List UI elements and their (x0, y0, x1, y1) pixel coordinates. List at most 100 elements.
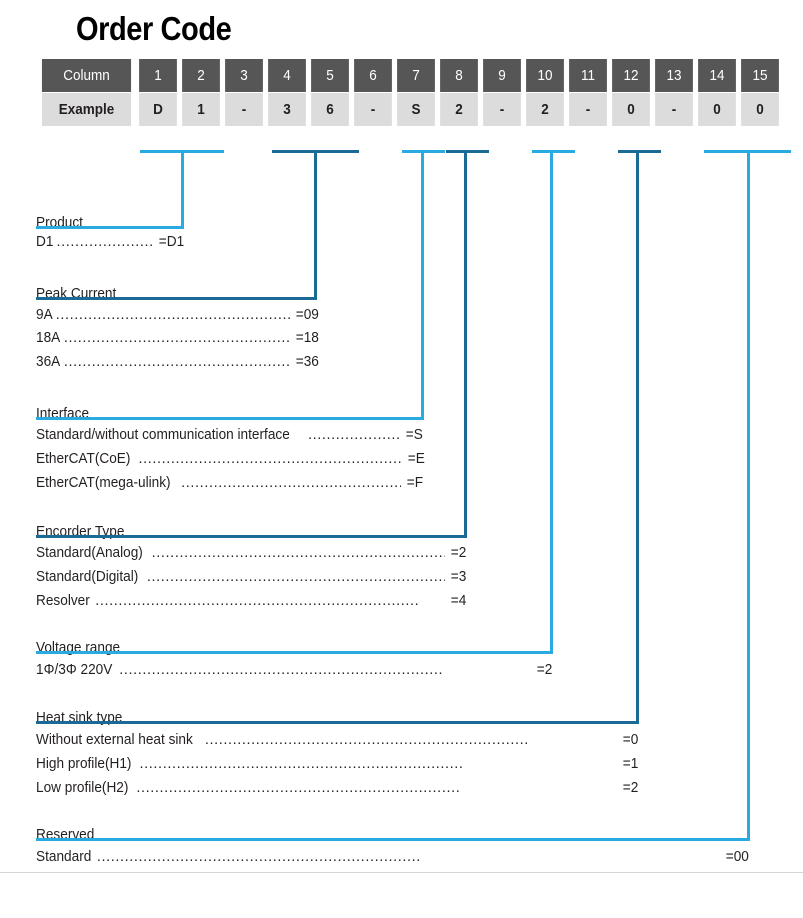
option-row-encoder-type-0: Standard(Analog) .......................… (36, 545, 468, 561)
leader-dots: ........................................… (139, 756, 464, 771)
option-row-heat-sink-type-1: High profile(H1) .......................… (36, 756, 640, 772)
example-value-15: 0 (741, 93, 779, 126)
example-value-1: D (139, 93, 177, 126)
connector-drop-heat-sink-type (636, 150, 639, 721)
option-code: =F (406, 475, 423, 491)
section-title-heat-sink-type: Heat sink type (36, 710, 123, 726)
option-label: 36A (36, 354, 61, 370)
option-row-encoder-type-1: Standard(Digital) ......................… (36, 569, 468, 585)
leader-dots: ........................................… (63, 354, 291, 369)
option-code: =E (407, 451, 425, 467)
example-value-7: S (397, 93, 435, 126)
column-header-10: 10 (526, 59, 564, 92)
column-header-13: 13 (655, 59, 693, 92)
connector-drop-peak-current (314, 150, 317, 297)
option-row-voltage-range-0: 1Φ/3Φ 220V .............................… (36, 662, 554, 678)
table-row-example: Example D 1 - 3 6 - S 2 - 2 - 0 - 0 0 (37, 93, 781, 126)
option-label: 9A (36, 307, 53, 323)
column-header-4: 4 (268, 59, 306, 92)
section-title-product: Product (36, 215, 83, 231)
section-interface: Interface (36, 406, 92, 425)
connector-drop-product (181, 150, 184, 226)
example-value-13: - (655, 93, 693, 126)
leader-dots: ........................................… (96, 849, 421, 864)
connector-bar-heat-sink-type (618, 150, 661, 153)
section-rule-voltage-range (36, 651, 553, 654)
example-value-3: - (225, 93, 263, 126)
section-rule-peak-current (36, 297, 317, 300)
column-header-5: 5 (311, 59, 349, 92)
option-row-peak-current-1: 18A ....................................… (36, 330, 321, 346)
option-label: D1 (36, 234, 54, 250)
leader-dots: ........................................… (119, 662, 444, 677)
option-code: =2 (537, 662, 553, 678)
leader-dots: ........................................… (63, 330, 291, 345)
option-label: 18A (36, 330, 61, 346)
option-label: Resolver (36, 593, 90, 609)
example-value-14: 0 (698, 93, 736, 126)
example-value-11: - (569, 93, 607, 126)
option-code: =0 (623, 732, 639, 748)
section-encoder-type: Encorder Type (36, 524, 130, 543)
option-row-peak-current-0: 9A .....................................… (36, 307, 321, 323)
column-header-7: 7 (397, 59, 435, 92)
section-title-peak-current: Peak Current (36, 286, 117, 302)
leader-dots: ........................................… (56, 234, 153, 249)
section-reserved: Reserved (36, 827, 98, 846)
connector-drop-encoder-type (464, 150, 467, 535)
column-header-8: 8 (440, 59, 478, 92)
section-title-voltage-range: Voltage range (36, 640, 121, 656)
section-title-encoder-type: Encorder Type (36, 524, 125, 540)
option-row-heat-sink-type-0: Without external heat sink .............… (36, 732, 640, 748)
connector-drop-reserved (747, 150, 750, 838)
option-label: 1Φ/3Φ 220V (36, 662, 113, 678)
option-code: =36 (296, 354, 320, 370)
option-row-product-0: D1 .....................................… (36, 234, 186, 250)
option-row-interface-0: Standard/without communication interface… (36, 427, 424, 443)
leader-dots: ........................................… (136, 780, 461, 795)
section-rule-heat-sink-type (36, 721, 639, 724)
section-rule-product (36, 226, 184, 229)
column-header-9: 9 (483, 59, 521, 92)
option-label: Without external heat sink (36, 732, 193, 748)
page-bottom-divider (0, 872, 803, 873)
option-label: Low profile(H2) (36, 780, 129, 796)
option-label: EtherCAT(mega-ulink) (36, 475, 171, 491)
section-title-reserved: Reserved (36, 827, 95, 843)
section-title-interface: Interface (36, 406, 90, 422)
option-code: =1 (623, 756, 639, 772)
option-row-reserved-0: Standard ...............................… (36, 849, 751, 865)
option-row-encoder-type-2: Resolver ...............................… (36, 593, 468, 609)
option-row-heat-sink-type-2: Low profile(H2) ........................… (36, 780, 640, 796)
connector-drop-interface (421, 150, 424, 417)
option-code: =4 (451, 593, 467, 609)
option-code: =00 (726, 849, 750, 865)
column-header-1: 1 (139, 59, 177, 92)
column-header-12: 12 (612, 59, 650, 92)
connector-bar-voltage-range (532, 150, 575, 153)
example-value-4: 3 (268, 93, 306, 126)
example-value-10: 2 (526, 93, 564, 126)
option-row-peak-current-2: 36A ....................................… (36, 354, 321, 370)
leader-dots: ........................................… (138, 451, 402, 466)
section-rule-reserved (36, 838, 750, 841)
column-header-6: 6 (354, 59, 392, 92)
row-label-column: Column (41, 59, 132, 92)
option-label: Standard(Analog) (36, 545, 143, 561)
column-header-11: 11 (569, 59, 607, 92)
option-label: Standard(Digital) (36, 569, 139, 585)
column-header-2: 2 (182, 59, 220, 92)
page-title: Order Code (76, 10, 232, 47)
column-header-15: 15 (741, 59, 779, 92)
leader-dots: ........................................… (204, 732, 529, 747)
option-code: =S (405, 427, 423, 443)
order-code-table: Column 1 2 3 4 5 6 7 8 9 10 11 12 13 14 … (36, 58, 782, 127)
connector-bar-encoder-type (446, 150, 489, 153)
leader-dots: ........................................… (308, 427, 400, 442)
section-voltage-range: Voltage range (36, 640, 126, 659)
option-label: Standard (36, 849, 92, 865)
option-code: =3 (451, 569, 467, 585)
row-label-example: Example (41, 93, 132, 126)
example-value-8: 2 (440, 93, 478, 126)
example-value-9: - (483, 93, 521, 126)
